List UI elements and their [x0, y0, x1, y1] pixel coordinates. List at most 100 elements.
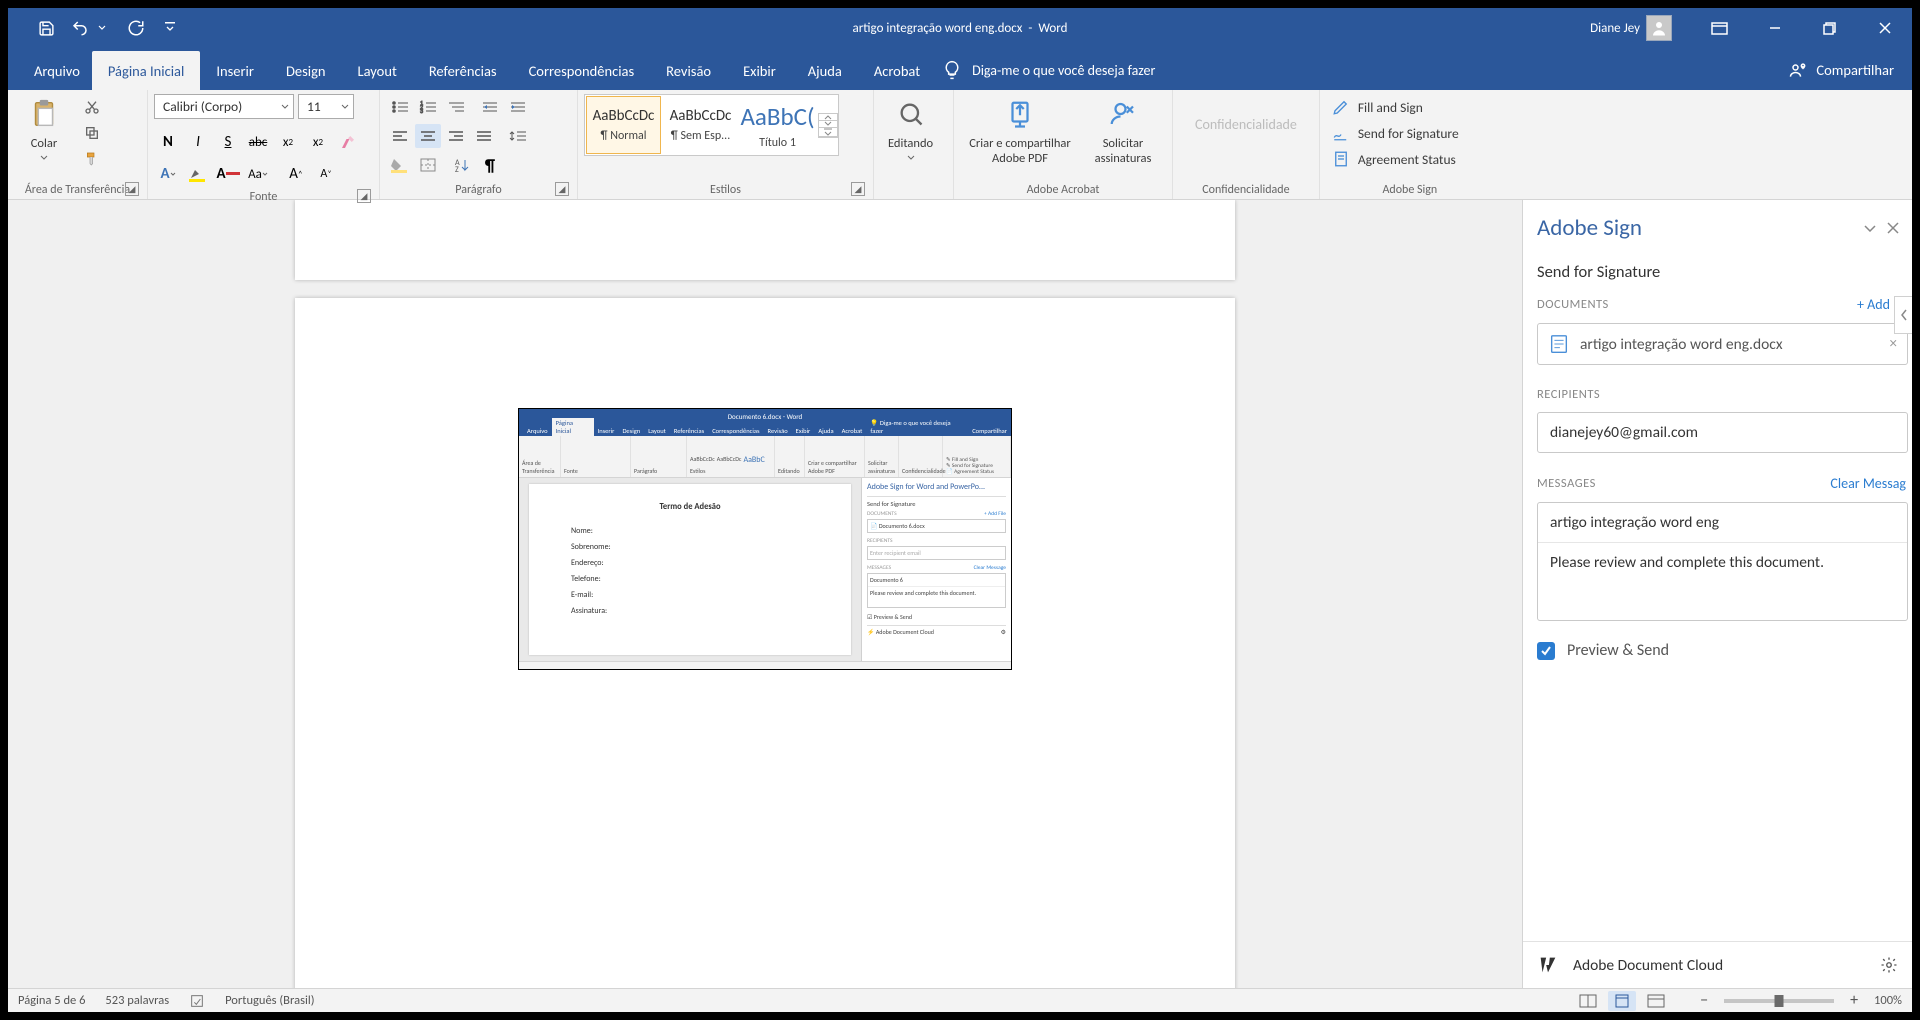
- send-for-signature-button[interactable]: Send for Signature: [1332, 122, 1459, 144]
- align-right-button[interactable]: [443, 124, 469, 148]
- redo-button[interactable]: [120, 12, 152, 44]
- pane-menu-icon[interactable]: [1864, 224, 1876, 232]
- pane-collapse-button[interactable]: [1894, 296, 1912, 334]
- copy-button[interactable]: [79, 121, 105, 145]
- sort-button[interactable]: AZ: [449, 153, 475, 177]
- shading-button[interactable]: [387, 153, 413, 177]
- minimize-button[interactable]: [1747, 8, 1802, 48]
- bold-button[interactable]: N: [155, 130, 181, 154]
- print-layout-button[interactable]: [1608, 991, 1636, 1011]
- tab-insert[interactable]: Inserir: [200, 51, 270, 90]
- maximize-button[interactable]: [1802, 8, 1857, 48]
- numbering-button[interactable]: 123: [415, 95, 441, 119]
- message-subject[interactable]: artigo integração word eng: [1538, 503, 1907, 543]
- multilevel-button[interactable]: [443, 95, 469, 119]
- clear-message-link[interactable]: Clear Messag: [1830, 475, 1906, 492]
- font-family-combo[interactable]: Calibri (Corpo): [154, 94, 294, 119]
- grow-font-button[interactable]: A˄: [283, 162, 309, 186]
- tab-view[interactable]: Exibir: [727, 51, 792, 90]
- styles-scroll-up[interactable]: [819, 114, 837, 121]
- style-normal[interactable]: AaBbCcDc¶ Normal: [586, 96, 661, 154]
- spellcheck-icon[interactable]: [189, 993, 205, 1009]
- align-left-button[interactable]: [387, 124, 413, 148]
- italic-button[interactable]: I: [185, 130, 211, 154]
- strike-button[interactable]: abc: [245, 130, 271, 154]
- undo-button[interactable]: [64, 12, 96, 44]
- align-center-button[interactable]: [415, 124, 441, 148]
- recipient-input[interactable]: dianejey60@gmail.com: [1537, 412, 1908, 453]
- ribbon-display-options[interactable]: [1692, 8, 1747, 48]
- font-size-combo[interactable]: 11: [298, 94, 354, 119]
- tell-me[interactable]: Diga-me o que você deseja fazer: [936, 60, 1165, 90]
- justify-button[interactable]: [471, 124, 497, 148]
- text-effects-button[interactable]: A: [155, 162, 181, 186]
- paste-button[interactable]: Colar: [14, 94, 74, 162]
- avatar[interactable]: [1646, 15, 1672, 41]
- username[interactable]: Diane Jey: [1590, 21, 1640, 36]
- fill-and-sign-button[interactable]: Fill and Sign: [1332, 96, 1459, 118]
- page-indicator[interactable]: Página 5 de 6: [18, 993, 85, 1008]
- document-area[interactable]: Documento 6.docx - Word Arquivo Página I…: [8, 200, 1522, 988]
- cut-button[interactable]: [79, 95, 105, 119]
- zoom-level[interactable]: 100%: [1874, 993, 1902, 1008]
- agreement-status-button[interactable]: Agreement Status: [1332, 148, 1459, 170]
- confidentiality-button[interactable]: Confidencialidade: [1179, 94, 1313, 133]
- chevron-down-icon[interactable]: [98, 24, 106, 32]
- save-button[interactable]: [30, 12, 62, 44]
- dialog-launcher[interactable]: ◢: [125, 182, 139, 196]
- message-body[interactable]: Please review and complete this document…: [1538, 543, 1907, 620]
- close-button[interactable]: [1857, 8, 1912, 48]
- language-indicator[interactable]: Português (Brasil): [225, 993, 314, 1008]
- share-button[interactable]: Compartilhar: [1778, 60, 1912, 90]
- style-heading1[interactable]: AaBbC(Título 1: [740, 96, 815, 154]
- change-case-button[interactable]: Aa: [245, 162, 271, 186]
- tab-help[interactable]: Ajuda: [792, 51, 858, 90]
- tab-home[interactable]: Página Inicial: [92, 51, 200, 90]
- tab-file[interactable]: Arquivo: [22, 51, 92, 90]
- chevron-down-icon: [40, 155, 48, 160]
- request-signatures-button[interactable]: Solicitar assinaturas: [1080, 94, 1166, 168]
- preview-checkbox[interactable]: [1537, 642, 1555, 660]
- dialog-launcher[interactable]: ◢: [555, 182, 569, 196]
- line-spacing-button[interactable]: [505, 124, 531, 148]
- dialog-launcher[interactable]: ◢: [357, 189, 371, 203]
- underline-button[interactable]: S: [215, 130, 241, 154]
- bullets-button[interactable]: [387, 95, 413, 119]
- tab-review[interactable]: Revisão: [650, 51, 727, 90]
- dialog-launcher[interactable]: ◢: [851, 182, 865, 196]
- read-mode-button[interactable]: [1574, 991, 1602, 1011]
- remove-document-icon[interactable]: ×: [1890, 335, 1897, 353]
- zoom-in-button[interactable]: +: [1846, 991, 1862, 1010]
- lightbulb-icon: [942, 60, 962, 80]
- tab-acrobat[interactable]: Acrobat: [858, 51, 936, 90]
- tab-design[interactable]: Design: [270, 51, 342, 90]
- editing-menu[interactable]: Editando: [880, 94, 941, 162]
- zoom-slider[interactable]: [1724, 999, 1834, 1003]
- pane-close-icon[interactable]: [1886, 221, 1900, 235]
- dec-indent-button[interactable]: [477, 95, 503, 119]
- show-marks-button[interactable]: ¶: [477, 153, 503, 177]
- tab-mailings[interactable]: Correspondências: [513, 51, 651, 90]
- message-box[interactable]: artigo integração word eng Please review…: [1537, 502, 1908, 621]
- format-painter-button[interactable]: [79, 147, 105, 171]
- word-count[interactable]: 523 palavras: [105, 993, 169, 1008]
- styles-scroll-down[interactable]: [819, 121, 837, 128]
- clear-format-button[interactable]: [335, 130, 361, 154]
- superscript-button[interactable]: x2: [305, 130, 331, 154]
- subscript-button[interactable]: x2: [275, 130, 301, 154]
- inc-indent-button[interactable]: [505, 95, 531, 119]
- create-share-pdf-button[interactable]: Criar e compartilhar Adobe PDF: [960, 94, 1080, 168]
- font-color-button[interactable]: A: [215, 162, 241, 186]
- gear-icon[interactable]: [1880, 956, 1898, 974]
- web-layout-button[interactable]: [1642, 991, 1670, 1011]
- borders-button[interactable]: [415, 153, 441, 177]
- style-no-spacing[interactable]: AaBbCcDc¶ Sem Esp...: [663, 96, 738, 154]
- tab-references[interactable]: Referências: [413, 51, 513, 90]
- send-for-signature-heading: Send for Signature: [1537, 252, 1912, 296]
- zoom-out-button[interactable]: −: [1696, 991, 1712, 1010]
- qat-customize[interactable]: [154, 12, 186, 44]
- styles-expand[interactable]: [819, 128, 837, 137]
- highlight-button[interactable]: [185, 162, 211, 186]
- tab-layout[interactable]: Layout: [342, 51, 413, 90]
- shrink-font-button[interactable]: A˅: [313, 162, 339, 186]
